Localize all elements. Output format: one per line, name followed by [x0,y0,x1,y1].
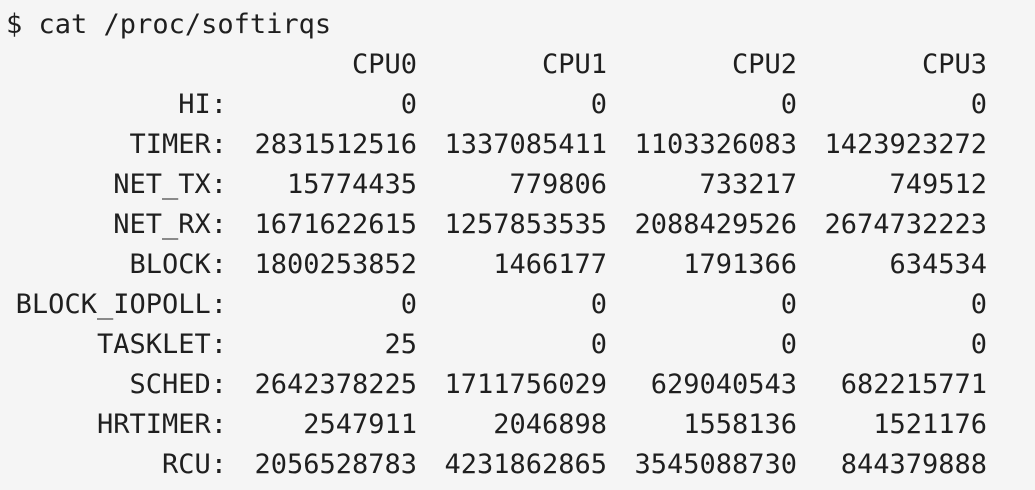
column-header-cpu2: CPU2 [731,49,797,80]
row-label: HRTIMER: [96,409,227,440]
column-header-cpu3: CPU3 [921,49,987,80]
table-cell: 733217 [699,169,797,200]
table-cell: 749512 [889,169,987,200]
table-cell: 1103326083 [634,129,797,160]
table-cell: 0 [400,289,417,320]
table-cell: 1791366 [683,249,797,280]
softirqs-table: CPU0 CPU1 CPU2 CPU3 HI: 0 0 0 0 TIMER: 2… [0,45,987,485]
table-row: TIMER: 2831512516 1337085411 1103326083 … [0,125,987,165]
row-label: SCHED: [129,369,227,400]
column-header-cpu1: CPU1 [541,49,607,80]
table-cell: 0 [400,89,417,120]
row-label: TASKLET: [96,329,227,360]
table-cell: 1800253852 [254,249,417,280]
table-cell: 4231862865 [444,449,607,480]
table-cell: 0 [590,89,607,120]
table-cell: 15774435 [286,169,417,200]
table-cell: 682215771 [840,369,987,400]
table-cell: 1711756029 [444,369,607,400]
table-cell: 2674732223 [824,209,987,240]
table-cell: 1423923272 [824,129,987,160]
table-cell: 0 [970,289,987,320]
table-cell: 0 [970,89,987,120]
table-cell: 844379888 [840,449,987,480]
table-cell: 1671622615 [254,209,417,240]
table-cell: 1257853535 [444,209,607,240]
command-line: $ cat /proc/softirqs [6,5,331,45]
table-cell: 629040543 [650,369,797,400]
table-cell: 0 [590,329,607,360]
table-cell: 0 [970,329,987,360]
header-row: CPU0 CPU1 CPU2 CPU3 [0,45,987,85]
table-cell: 2056528783 [254,449,417,480]
table-cell: 2547911 [303,409,417,440]
table-cell: 3545088730 [634,449,797,480]
table-cell: 2088429526 [634,209,797,240]
table-cell: 0 [590,289,607,320]
table-cell: 634534 [889,249,987,280]
table-row: NET_TX: 15774435 779806 733217 749512 [0,165,987,205]
table-row: HRTIMER: 2547911 2046898 1558136 1521176 [0,405,987,445]
table-cell: 779806 [509,169,607,200]
table-row: HI: 0 0 0 0 [0,85,987,125]
table-row: BLOCK: 1800253852 1466177 1791366 634534 [0,245,987,285]
table-row: NET_RX: 1671622615 1257853535 2088429526… [0,205,987,245]
row-label: TIMER: [129,129,227,160]
row-label: HI: [178,89,227,120]
row-label: NET_RX: [113,209,227,240]
table-cell: 25 [384,329,417,360]
terminal-output: $ cat /proc/softirqs CPU0 CPU1 CPU2 CPU3… [0,0,1035,490]
table-cell: 2046898 [493,409,607,440]
table-row: TASKLET: 25 0 0 0 [0,325,987,365]
table-cell: 1337085411 [444,129,607,160]
command-text: cat /proc/softirqs [38,9,332,40]
table-cell: 0 [780,289,797,320]
table-row: BLOCK_IOPOLL: 0 0 0 0 [0,285,987,325]
table-cell: 2831512516 [254,129,417,160]
column-header-cpu0: CPU0 [351,49,417,80]
prompt-symbol: $ [6,9,23,40]
table-cell: 0 [780,89,797,120]
table-cell: 0 [780,329,797,360]
table-row: SCHED: 2642378225 1711756029 629040543 6… [0,365,987,405]
table-cell: 1558136 [683,409,797,440]
table-cell: 2642378225 [254,369,417,400]
table-row: RCU: 2056528783 4231862865 3545088730 84… [0,445,987,485]
table-cell: 1521176 [873,409,987,440]
row-label: BLOCK: [129,249,227,280]
row-label: NET_TX: [113,169,227,200]
row-label: RCU: [161,449,227,480]
row-label: BLOCK_IOPOLL: [15,289,227,320]
table-cell: 1466177 [493,249,607,280]
